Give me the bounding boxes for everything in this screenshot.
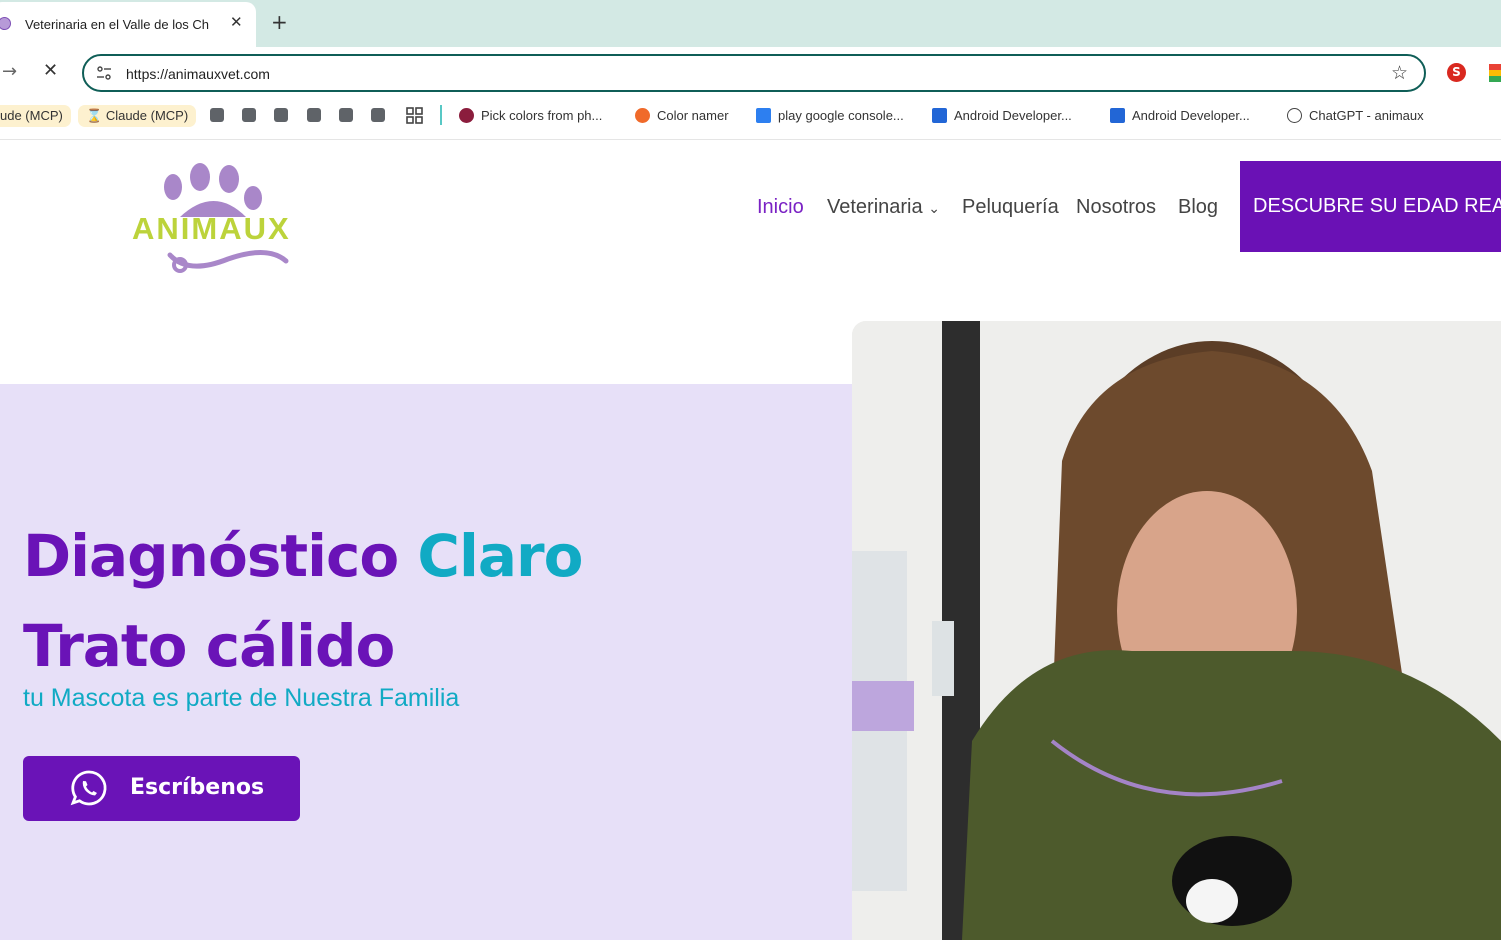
edad-real-button[interactable]: DESCUBRE SU EDAD REAL <box>1240 161 1501 252</box>
bookmark-item[interactable]: play google console... <box>756 105 904 127</box>
bookmark-item[interactable]: Android Developer... <box>1110 105 1250 127</box>
stop-loading-icon[interactable]: ✕ <box>43 60 58 81</box>
hero-photo-vet-with-kitten <box>852 321 1501 940</box>
extension-color-icon[interactable] <box>1489 64 1501 82</box>
bookmark-item[interactable]: Color namer <box>635 105 729 127</box>
site-favicon-icon <box>0 17 11 30</box>
bookmarks-bar: ude (MCP) ⌛ Claude (MCP) Pick colors fro… <box>0 99 1501 132</box>
bookmark-item[interactable]: Android Developer... <box>932 105 1072 127</box>
hero-heading-word: Diagnóstico <box>23 522 399 590</box>
color-namer-icon <box>635 108 650 123</box>
bookmark-item[interactable]: Pick colors from ph... <box>459 105 602 127</box>
tab-title: Veterinaria en el Valle de los Ch <box>25 17 210 32</box>
hero-heading-line-2: Trato cálido <box>23 612 395 680</box>
color-picker-icon <box>459 108 474 123</box>
nav-item-veterinaria[interactable]: Veterinaria ⌄ <box>827 196 940 219</box>
bookmark-favicon-icon[interactable] <box>371 108 385 122</box>
nav-item-peluqueria[interactable]: Peluquería <box>962 196 1059 219</box>
bookmarks-separator <box>440 105 442 125</box>
bookmark-favicon-icon[interactable] <box>274 108 288 122</box>
site-logo[interactable]: ANIMAUX <box>128 155 313 280</box>
bookmark-star-icon[interactable]: ☆ <box>1391 62 1408 84</box>
url-text[interactable]: https://animauxvet.com <box>126 66 270 82</box>
bookmark-favicon-icon[interactable] <box>339 108 353 122</box>
nav-item-blog[interactable]: Blog <box>1178 196 1218 219</box>
whatsapp-icon <box>70 770 107 806</box>
active-tab[interactable]: Veterinaria en el Valle de los Ch ✕ <box>0 2 256 47</box>
hero-subtitle: tu Mascota es parte de Nuestra Familia <box>23 684 460 712</box>
browser-toolbar: → ✕ https://animauxvet.com ☆ S <box>0 47 1501 99</box>
nav-item-inicio[interactable]: Inicio <box>757 196 804 219</box>
escribenos-button-label: Escríbenos <box>130 775 265 800</box>
forward-arrow-icon[interactable]: → <box>2 61 17 82</box>
page-divider <box>0 139 1501 140</box>
play-console-icon <box>756 108 771 123</box>
hero-heading-highlight: Claro <box>417 522 583 590</box>
bookmark-item[interactable]: ChatGPT - animaux <box>1287 105 1424 127</box>
bookmark-item[interactable]: ude (MCP) <box>0 105 71 127</box>
android-developer-icon <box>1110 108 1125 123</box>
site-settings-icon[interactable] <box>96 65 112 81</box>
escribenos-button[interactable]: Escríbenos <box>23 756 300 821</box>
address-bar[interactable]: https://animauxvet.com ☆ <box>82 54 1426 92</box>
chatgpt-icon <box>1287 108 1302 123</box>
apps-grid-icon[interactable] <box>406 107 423 124</box>
close-tab-icon[interactable]: ✕ <box>230 13 243 31</box>
bookmark-item[interactable]: ⌛ Claude (MCP) <box>78 105 197 127</box>
chevron-down-icon: ⌄ <box>928 200 940 216</box>
bookmark-favicon-icon[interactable] <box>210 108 224 122</box>
bookmark-favicon-icon[interactable] <box>307 108 321 122</box>
android-developer-icon <box>932 108 947 123</box>
hero-heading-line-1: Diagnóstico Claro <box>23 522 583 590</box>
bookmark-favicon-icon[interactable] <box>242 108 256 122</box>
new-tab-button[interactable]: + <box>271 11 288 33</box>
logo-text: ANIMAUX <box>132 211 291 246</box>
extension-s-icon[interactable]: S <box>1447 63 1466 82</box>
tab-strip: Veterinaria en el Valle de los Ch ✕ + <box>0 0 1501 47</box>
nav-item-nosotros[interactable]: Nosotros <box>1076 196 1156 219</box>
